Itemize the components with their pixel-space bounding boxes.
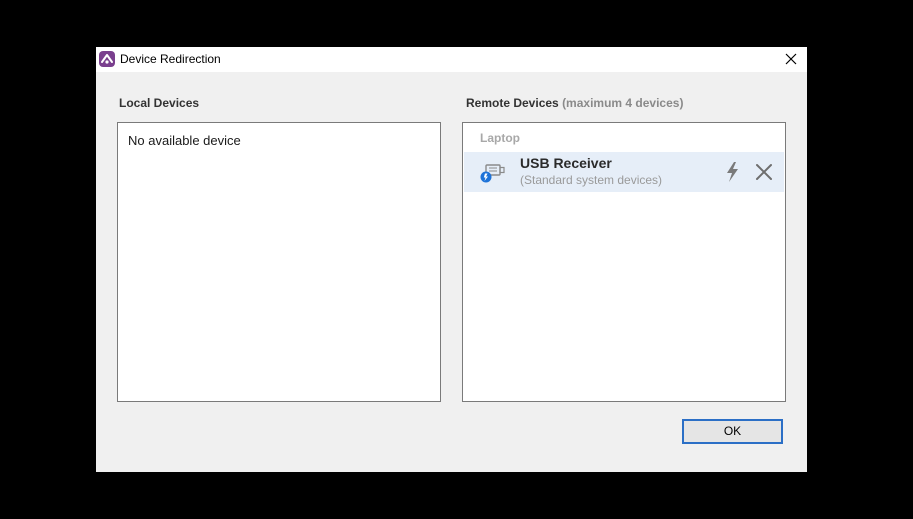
device-row[interactable]: USB Receiver (Standard system devices) <box>464 152 784 192</box>
device-name: USB Receiver <box>520 155 612 171</box>
remote-devices-label-text: Remote Devices <box>466 96 559 110</box>
device-redirection-dialog: Device Redirection Local Devices No avai… <box>96 47 807 472</box>
window-title: Device Redirection <box>120 52 221 66</box>
remote-devices-label: Remote Devices (maximum 4 devices) <box>466 96 683 110</box>
device-description: (Standard system devices) <box>520 173 663 187</box>
app-icon <box>99 51 115 67</box>
close-button[interactable] <box>775 47 807 72</box>
device-group-header: Laptop <box>480 131 520 145</box>
local-devices-list[interactable]: No available device <box>117 122 441 402</box>
remote-devices-limit: (maximum 4 devices) <box>562 96 684 110</box>
ok-button[interactable]: OK <box>682 419 783 444</box>
usb-device-icon <box>480 162 506 184</box>
remote-devices-list[interactable]: Laptop USB Receiver (Standard system dev… <box>462 122 786 402</box>
lightning-bolt-icon <box>727 162 738 182</box>
empty-list-message: No available device <box>128 133 241 148</box>
close-icon <box>756 164 772 180</box>
local-devices-label: Local Devices <box>119 96 199 110</box>
close-icon <box>785 53 797 65</box>
connect-device-button[interactable] <box>722 160 744 184</box>
local-devices-label-text: Local Devices <box>119 96 200 110</box>
title-bar[interactable]: Device Redirection <box>96 47 807 72</box>
remove-device-button[interactable] <box>752 160 776 184</box>
